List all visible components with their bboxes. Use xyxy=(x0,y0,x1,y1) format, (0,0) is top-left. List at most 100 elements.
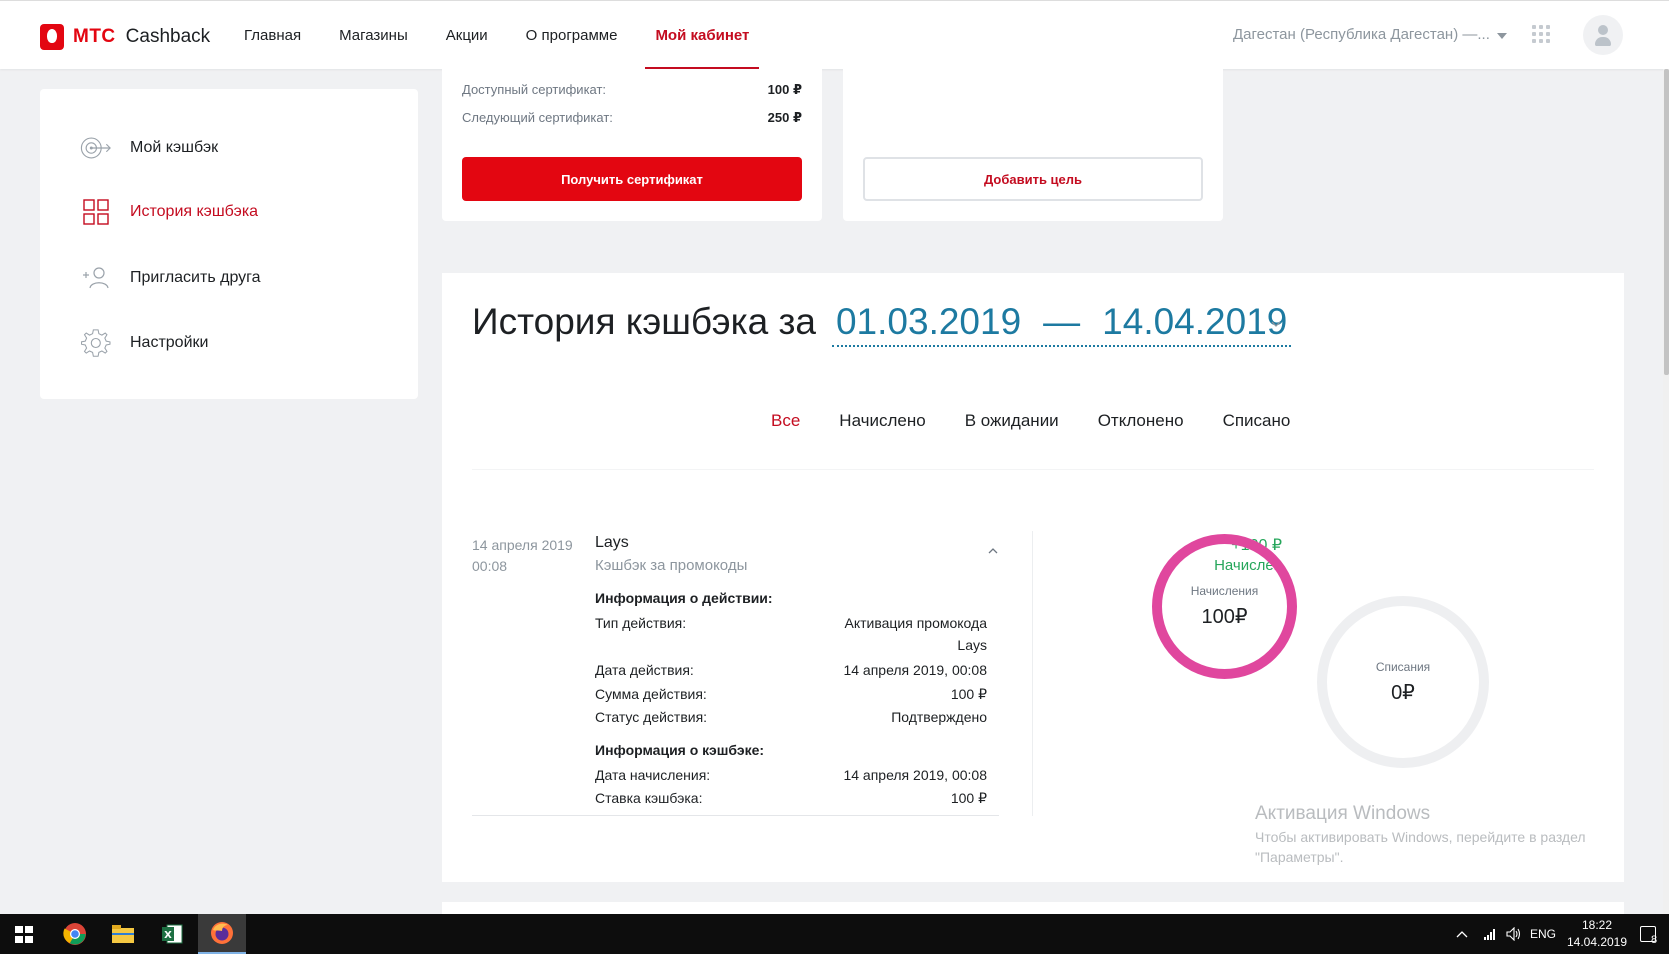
transaction-divider xyxy=(472,815,999,816)
user-avatar-icon[interactable] xyxy=(1583,15,1623,55)
add-goal-button[interactable]: Добавить цель xyxy=(863,157,1203,201)
info-row-cashback-rate: Ставка кэшбэка: 100 ₽ xyxy=(595,790,987,807)
accrued-label: Начисления xyxy=(1190,584,1259,598)
windows-activation-watermark: Активация Windows Чтобы активировать Win… xyxy=(1255,803,1586,867)
chevron-down-icon[interactable] xyxy=(1497,33,1507,39)
sidebar-item-label: Мой кэшбэк xyxy=(130,139,219,156)
next-certificate-label: Следующий сертификат: xyxy=(462,110,613,125)
date-separator: — xyxy=(1043,301,1081,342)
firefox-icon[interactable] xyxy=(198,914,246,954)
available-certificate-row: Доступный сертификат: 100 ₽ xyxy=(462,82,802,98)
info-row-accrual-date: Дата начисления: 14 апреля 2019, 00:08 xyxy=(595,767,987,783)
info-label: Сумма действия: xyxy=(595,686,707,702)
scrollbar-thumb[interactable] xyxy=(1664,69,1669,375)
windows-start-icon[interactable] xyxy=(15,926,33,943)
network-icon[interactable] xyxy=(1483,914,1497,954)
certificate-card: Доступный сертификат: 100 ₽ Следующий се… xyxy=(442,69,822,221)
info-label: Дата начисления: xyxy=(595,767,711,783)
tab-withdrawn[interactable]: Списано xyxy=(1223,411,1291,431)
sidebar-item-invite-friend[interactable]: Пригласить друга xyxy=(80,261,261,295)
clock-date: 14.04.2019 xyxy=(1566,935,1628,949)
summary-divider xyxy=(1032,531,1033,816)
watermark-line-2: "Параметры". xyxy=(1255,849,1344,865)
history-heading: История кэшбэка за 01.03.2019 — 14.04.2019 xyxy=(472,301,1292,347)
get-certificate-button[interactable]: Получить сертификат xyxy=(462,157,802,201)
tab-accrued[interactable]: Начислено xyxy=(839,411,925,431)
next-certificate-value: 250 ₽ xyxy=(767,110,802,125)
transaction-date: 14 апреля 2019 00:08 xyxy=(472,535,573,577)
grid-icon xyxy=(80,196,112,228)
info-value: 14 апреля 2019, 00:08 xyxy=(843,662,987,678)
action-info-title: Информация о действии: xyxy=(595,590,773,606)
excel-icon[interactable]: X xyxy=(148,914,196,954)
available-certificate-value: 100 ₽ xyxy=(767,82,802,97)
available-certificate-label: Доступный сертификат: xyxy=(462,82,607,97)
sidebar-item-settings[interactable]: Настройки xyxy=(80,326,208,360)
chrome-icon[interactable] xyxy=(51,914,99,954)
info-value: 100 ₽ xyxy=(950,686,987,702)
info-value: 14 апреля 2019, 00:08 xyxy=(843,767,987,783)
taskbar-clock[interactable]: 18:22 14.04.2019 xyxy=(1562,917,1632,951)
info-value: 100 ₽ xyxy=(950,790,987,806)
nav-item-home[interactable]: Главная xyxy=(244,1,301,69)
accrued-summary-circle: Начисления 100₽ xyxy=(1152,534,1297,679)
info-value-line: Lays xyxy=(957,637,987,653)
tabs-divider xyxy=(472,469,1594,470)
withdrawn-value: 0₽ xyxy=(1391,681,1415,704)
tab-rejected[interactable]: Отклонено xyxy=(1098,411,1184,431)
sidebar-item-my-cashback[interactable]: Мой кэшбэк xyxy=(80,131,218,165)
sidebar-item-label: Пригласить друга xyxy=(130,269,261,286)
logo-cashback-text: Cashback xyxy=(125,26,211,47)
date-from: 01.03.2019 xyxy=(835,301,1022,342)
sidebar-item-label: Настройки xyxy=(130,334,209,351)
info-label: Тип действия: xyxy=(595,615,687,631)
info-value: Подтверждено xyxy=(891,709,987,725)
chevron-down-icon[interactable] xyxy=(1271,319,1281,329)
goal-card: Добавить цель xyxy=(843,69,1223,221)
history-filter-tabs: Все Начислено В ожидании Отклонено Списа… xyxy=(771,411,1329,431)
notification-count: 8 xyxy=(1650,934,1658,946)
transaction-date-time: 00:08 xyxy=(472,558,508,574)
nav-item-my-account[interactable]: Мой кабинет xyxy=(645,1,760,69)
region-selector[interactable]: Дагестан (Республика Дагестан) —... xyxy=(1233,26,1490,43)
target-icon xyxy=(80,132,112,164)
withdrawn-summary-circle: Списания 0₽ xyxy=(1317,596,1489,768)
withdrawn-label: Списания xyxy=(1375,659,1431,674)
cashback-info-title: Информация о кэшбэке: xyxy=(595,742,765,758)
sidebar-item-cashback-history[interactable]: История кэшбэка xyxy=(80,195,258,229)
apps-grid-icon[interactable] xyxy=(1532,25,1550,43)
mts-cashback-logo[interactable]: МТС Cashback xyxy=(40,24,210,50)
chevron-up-icon[interactable] xyxy=(988,546,998,556)
info-value: Активация промокода Lays xyxy=(844,615,987,653)
next-section-card xyxy=(442,902,1624,914)
info-row-action-sum: Сумма действия: 100 ₽ xyxy=(595,686,987,703)
transaction-merchant: Lays xyxy=(595,534,629,551)
transaction-type: Кэшбэк за промокоды xyxy=(595,557,748,574)
account-sidebar: Мой кэшбэк История кэшбэка Пригласить др… xyxy=(40,89,418,399)
watermark-line-1: Чтобы активировать Windows, перейдите в … xyxy=(1255,829,1586,845)
info-label: Статус действия: xyxy=(595,709,708,725)
mts-egg-icon xyxy=(40,24,64,50)
main-nav: Главная Магазины Акции О программе Мой к… xyxy=(244,1,787,69)
volume-icon[interactable] xyxy=(1506,914,1522,954)
top-header: МТС Cashback Главная Магазины Акции О пр… xyxy=(0,0,1669,69)
info-row-action-date: Дата действия: 14 апреля 2019, 00:08 xyxy=(595,662,987,678)
date-range-picker[interactable]: 01.03.2019 — 14.04.2019 xyxy=(831,301,1292,347)
cashback-history-panel: История кэшбэка за 01.03.2019 — 14.04.2019… xyxy=(442,273,1624,882)
tab-all[interactable]: Все xyxy=(771,411,800,431)
history-title: История кэшбэка за xyxy=(472,301,816,342)
next-certificate-row: Следующий сертификат: 250 ₽ xyxy=(462,110,802,126)
language-indicator[interactable]: ENG xyxy=(1530,914,1556,954)
file-explorer-icon[interactable] xyxy=(99,914,147,954)
nav-item-promotions[interactable]: Акции xyxy=(446,1,488,69)
add-user-icon xyxy=(80,262,112,294)
svg-text:X: X xyxy=(164,930,172,941)
tab-pending[interactable]: В ожидании xyxy=(965,411,1059,431)
sidebar-item-label: История кэшбэка xyxy=(130,203,259,220)
info-row-action-type: Тип действия: Активация промокода Lays xyxy=(595,615,987,653)
info-row-action-status: Статус действия: Подтверждено xyxy=(595,709,987,725)
nav-item-about[interactable]: О программе xyxy=(526,1,618,69)
date-to: 14.04.2019 xyxy=(1102,301,1288,342)
nav-item-shops[interactable]: Магазины xyxy=(339,1,408,69)
show-hidden-icons-icon[interactable] xyxy=(1456,914,1468,954)
